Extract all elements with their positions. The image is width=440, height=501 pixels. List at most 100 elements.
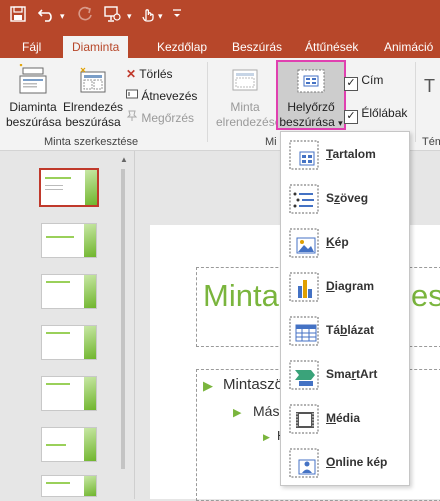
layout-thumbnail[interactable]	[41, 475, 97, 497]
redo-icon	[77, 6, 93, 26]
menu-item-chart[interactable]: Diagram	[281, 266, 409, 310]
menu-label-rest: tArt	[356, 367, 378, 381]
accelerator-key: M	[326, 411, 336, 425]
checkbox-checked-icon: ✓	[344, 110, 358, 124]
tab-animations[interactable]: Animáció	[384, 38, 433, 58]
layout-thumbnail[interactable]	[41, 427, 97, 462]
title-checkbox-label: Cím	[361, 73, 384, 87]
title-checkbox[interactable]: ✓ Cím	[344, 72, 383, 91]
menu-item-smartart[interactable]: SmartArt	[281, 354, 409, 398]
chevron-down-icon: ▾	[338, 118, 343, 128]
present-icon[interactable]	[104, 6, 122, 26]
group-label-theme: Tém	[422, 136, 440, 148]
scroll-up-icon[interactable]: ▲	[120, 155, 128, 164]
menu-item-picture[interactable]: Kép	[281, 222, 409, 266]
menu-label-rest: ép	[334, 235, 349, 249]
menu-item-text[interactable]: Szöveg	[281, 178, 409, 222]
table-placeholder-icon	[289, 316, 319, 346]
title-bar: ▾ ▾ ▾	[0, 0, 440, 33]
menu-label-pre: Tá	[326, 323, 341, 337]
footers-checkbox[interactable]: ✓ Élőlábak	[344, 105, 407, 124]
insert-placeholder-label-1: Helyőrző	[287, 100, 335, 114]
thumbnail-text-line	[45, 185, 63, 186]
bullet-arrow-icon: ▶	[203, 378, 213, 393]
layout-thumbnail[interactable]	[41, 325, 97, 360]
thumbnail-scrollbar[interactable]: ▲	[118, 155, 128, 495]
picture-placeholder-icon	[289, 228, 319, 258]
present-dropdown-icon[interactable]: ▾	[127, 6, 132, 26]
menu-label-rest: iagram	[334, 279, 375, 293]
group-label-edit-master: Minta szerkesztése	[44, 136, 139, 148]
rename-icon	[126, 89, 141, 103]
ribbon-tabs: Fájl Diaminta Kezdőlap Beszúrás Áttűnése…	[0, 33, 440, 58]
undo-icon[interactable]	[37, 6, 56, 26]
thumbnail-decoration	[84, 326, 96, 359]
insert-placeholder-button[interactable]: Helyőrző beszúrása ▾	[276, 60, 346, 130]
menu-label-rest: artalom	[332, 147, 376, 161]
insert-placeholder-label-2-text: beszúrása	[279, 115, 335, 129]
thumbnail-title-line	[46, 444, 66, 446]
menu-label-pre: Sma	[326, 367, 352, 381]
menu-item-media[interactable]: Média	[281, 398, 409, 442]
accelerator-key: K	[326, 235, 335, 249]
layout-thumbnail[interactable]	[41, 274, 97, 309]
insert-slide-master-button[interactable]: Diaminta beszúrása	[6, 63, 61, 130]
master-layout-icon	[232, 69, 258, 91]
tab-slide-master[interactable]: Diaminta	[63, 36, 129, 58]
thumbnail-title-line	[45, 177, 71, 179]
thumbnail-decoration	[84, 275, 96, 308]
layout-thumbnail[interactable]	[41, 376, 97, 411]
thumbnail-decoration	[85, 170, 97, 205]
chart-placeholder-icon	[289, 272, 319, 302]
menu-label-pre: S	[326, 191, 335, 205]
layout-icon	[80, 67, 106, 93]
touch-dropdown-icon[interactable]: ▾	[158, 6, 163, 26]
preserve-button: Megőrzés	[126, 110, 194, 126]
delete-button[interactable]: ✕ Törlés	[126, 66, 173, 82]
menu-item-online-picture[interactable]: Online kép	[281, 442, 409, 486]
tab-file[interactable]: Fájl	[22, 38, 41, 58]
media-placeholder-icon	[289, 404, 319, 434]
slide-master-icon	[19, 63, 47, 94]
footers-checkbox-label: Élőlábak	[361, 106, 408, 120]
tab-transitions[interactable]: Áttűnések	[305, 38, 358, 58]
theme-icon[interactable]: T	[424, 77, 435, 95]
insert-slide-master-label-1: Diaminta	[9, 100, 57, 114]
menu-item-content-label: Tartalom	[326, 147, 376, 161]
menu-label-rest: édia	[336, 411, 361, 425]
thumbnail-title-line	[46, 332, 70, 334]
ribbon-separator	[207, 62, 208, 142]
menu-item-text-label: Szöveg	[326, 191, 368, 205]
menu-item-table[interactable]: Táblázat	[281, 310, 409, 354]
thumbnail-decoration	[84, 377, 96, 410]
save-icon[interactable]	[10, 6, 26, 26]
pin-icon	[126, 110, 141, 125]
touch-mode-icon[interactable]	[141, 6, 155, 26]
menu-item-picture-label: Kép	[326, 235, 349, 249]
master-layout-button: Minta elrendezése	[216, 64, 282, 130]
menu-label-rest: nline kép	[335, 455, 388, 469]
rename-button[interactable]: Átnevezés	[126, 88, 197, 104]
menu-item-content[interactable]: Tartalom	[281, 134, 409, 178]
customize-qat-icon[interactable]	[172, 6, 182, 26]
menu-item-table-label: Táblázat	[326, 323, 374, 337]
layout-thumbnail[interactable]	[41, 223, 97, 258]
accelerator-key: O	[326, 455, 336, 469]
insert-layout-button[interactable]: Elrendezés beszúrása	[63, 64, 123, 130]
thumbnail-decoration	[84, 428, 96, 461]
scrollbar-thumb[interactable]	[121, 169, 125, 469]
group-label-master-layout: Mi	[265, 136, 277, 148]
thumbnail-text-line	[45, 189, 63, 190]
undo-dropdown-icon[interactable]: ▾	[60, 6, 65, 26]
master-layout-label-2: elrendezése	[216, 115, 282, 129]
menu-item-chart-label: Diagram	[326, 279, 374, 293]
slide-master-thumbnail[interactable]	[39, 168, 99, 207]
tab-insert[interactable]: Beszúrás	[232, 38, 282, 58]
smartart-placeholder-icon	[289, 360, 319, 390]
tab-home[interactable]: Kezdőlap	[157, 38, 207, 58]
menu-label-rest: öveg	[340, 191, 369, 205]
ribbon-separator	[415, 62, 416, 142]
bullet-arrow-icon: ▶	[263, 432, 270, 442]
insert-placeholder-menu: Tartalom Szöveg Kép Diagram Táblázat Sma…	[280, 131, 410, 486]
insert-placeholder-label-2: beszúrása ▾	[278, 115, 344, 131]
